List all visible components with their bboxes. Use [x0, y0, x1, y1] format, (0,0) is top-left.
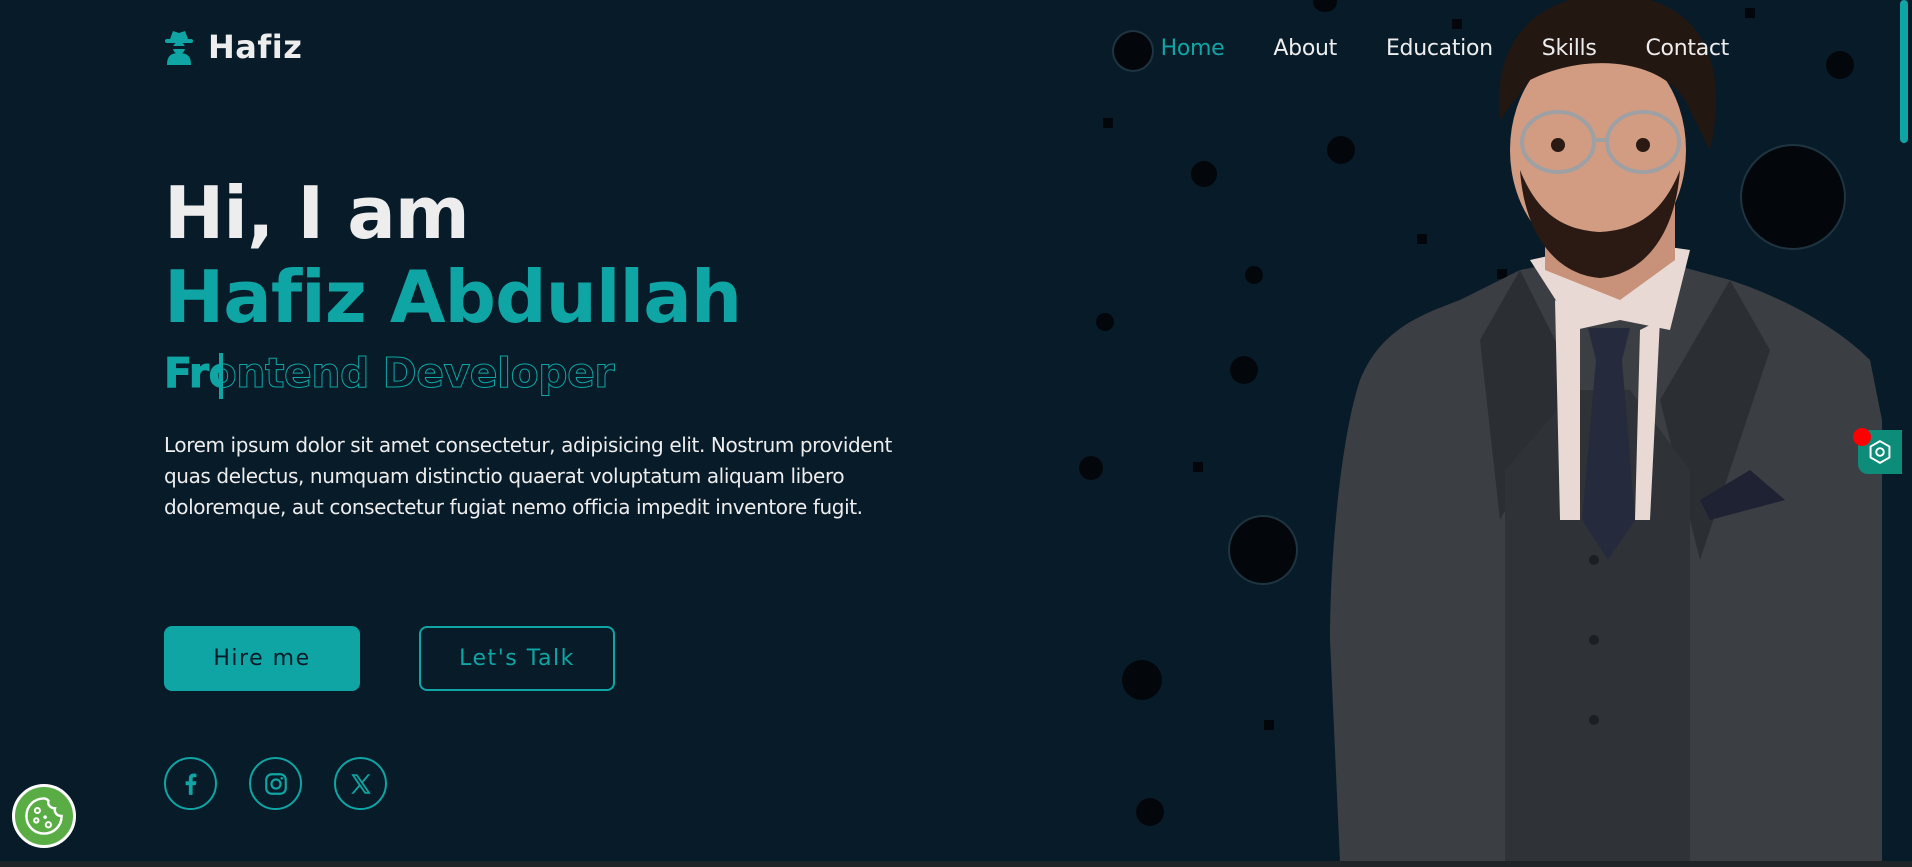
hire-me-button[interactable]: Hire me [164, 626, 360, 691]
logo-text: Hafiz [208, 28, 303, 66]
facebook-link[interactable] [164, 757, 217, 810]
nav-contact[interactable]: Contact [1646, 36, 1730, 61]
decor-circle [1230, 356, 1258, 384]
typing-caret [219, 352, 223, 399]
role-typed-text: Fro [164, 348, 220, 397]
decor-circle [1079, 456, 1103, 480]
decor-circle [1191, 161, 1217, 187]
decor-circle [1230, 517, 1296, 583]
decor-square [1264, 720, 1274, 730]
page: Hafiz Home About Education Skills Contac… [0, 0, 1912, 867]
cookie-icon [25, 797, 63, 835]
nav-skills[interactable]: Skills [1542, 36, 1597, 61]
cookie-consent-button[interactable] [12, 784, 76, 848]
nav-education[interactable]: Education [1386, 36, 1493, 61]
decor-circle [1122, 660, 1162, 700]
main-nav: Home About Education Skills Contact [1161, 36, 1730, 61]
spy-icon [165, 31, 193, 65]
notification-dot [1853, 428, 1871, 446]
nav-home[interactable]: Home [1161, 36, 1225, 61]
logo[interactable]: Hafiz [164, 28, 302, 66]
header: Hafiz Home About Education Skills Contac… [0, 0, 1912, 100]
hero-greeting: Hi, I am [164, 171, 470, 255]
bottom-bar [0, 861, 1912, 867]
hero-section: Hi, I am Hafiz Abdullah Frontend Develop… [163, 170, 944, 523]
instagram-link[interactable] [249, 757, 302, 810]
decor-circle [1245, 266, 1263, 284]
lets-talk-button[interactable]: Let's Talk [419, 626, 615, 691]
nav-about[interactable]: About [1273, 36, 1337, 61]
decor-square [1193, 462, 1203, 472]
decor-square [1103, 118, 1113, 128]
instagram-icon [264, 772, 287, 795]
role-outline-text: Frontend Developer [163, 348, 615, 397]
hero-buttons: Hire me Let's Talk [164, 626, 615, 691]
hero-role: Frontend Developer Fro [163, 347, 615, 400]
hero-description: Lorem ipsum dolor sit amet consectetur, … [164, 433, 892, 520]
x-twitter-icon [350, 773, 371, 794]
facebook-icon [185, 772, 196, 795]
decor-circle [1096, 313, 1114, 331]
hero-name: Hafiz Abdullah [164, 255, 742, 340]
x-twitter-link[interactable] [334, 757, 387, 810]
social-links [164, 757, 387, 810]
decor-circle [1136, 798, 1164, 826]
hexagon-settings-icon [1869, 440, 1891, 464]
profile-photo [1330, 0, 1882, 862]
